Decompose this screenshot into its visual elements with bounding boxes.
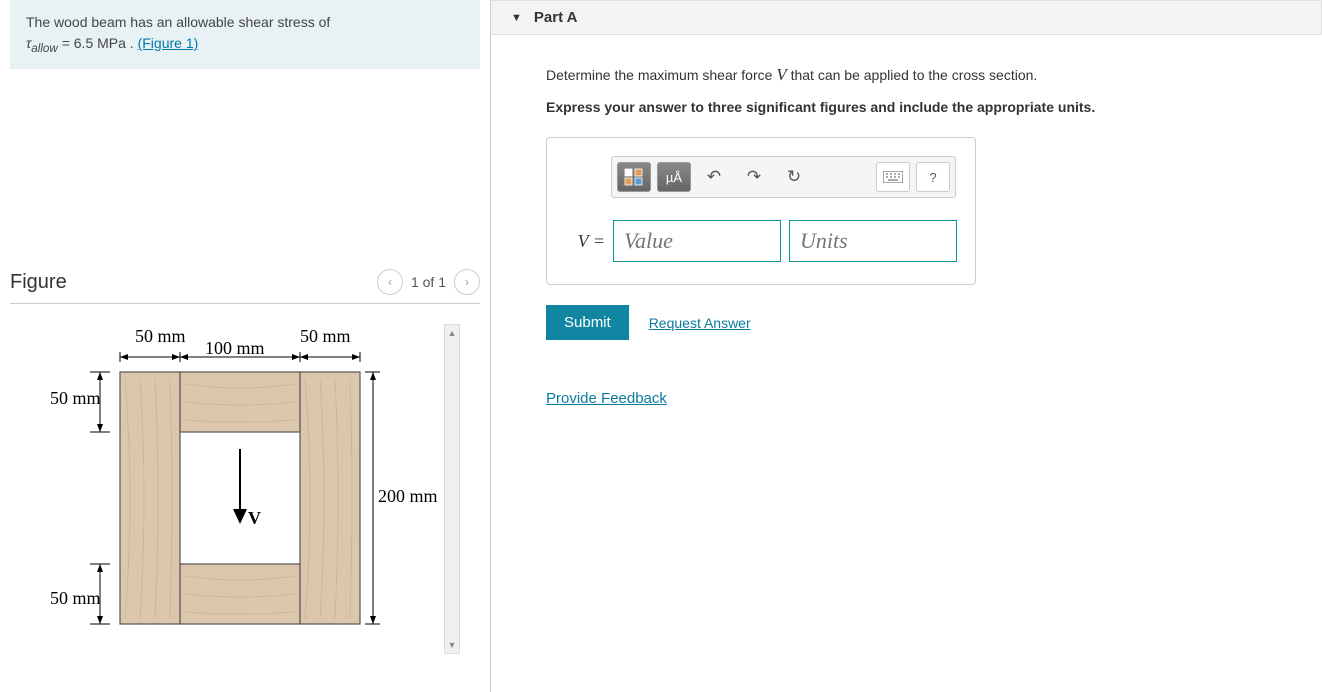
reset-button[interactable]: ↻ [777,162,811,192]
answer-variable-label: V = [561,231,605,252]
submit-button[interactable]: Submit [546,305,629,340]
redo-button[interactable]: ↷ [737,162,771,192]
part-title: Part A [534,9,578,26]
units-input[interactable] [789,220,957,262]
dim-top-right: 50 mm [300,326,351,346]
dim-top-mid: 100 mm [205,338,265,358]
figure-link[interactable]: (Figure 1) [138,35,199,51]
collapse-caret-icon[interactable]: ▼ [511,12,522,24]
instruction-text: Express your answer to three significant… [546,99,1251,115]
answer-box: µÅ ↶ ↷ ↻ [546,137,976,285]
figure-title: Figure [10,271,67,294]
undo-button[interactable]: ↶ [697,162,731,192]
units-button[interactable]: µÅ [657,162,691,192]
dim-right: 200 mm [378,486,438,506]
answer-toolbar: µÅ ↶ ↷ ↻ [611,156,956,198]
request-answer-link[interactable]: Request Answer [649,315,751,331]
dim-top-left: 50 mm [135,326,186,346]
dim-left-bot: 50 mm [50,588,101,608]
figure-scrollbar[interactable]: ▲ ▼ [444,324,460,654]
figure-prev-button[interactable]: ‹ [377,269,403,295]
keyboard-icon [883,171,903,183]
tau-value: = 6.5 MPa . [58,35,138,51]
figure-diagram: 50 mm 50 mm 100 mm [30,324,460,654]
dim-left-top: 50 mm [50,388,101,408]
help-button[interactable]: ? [916,162,950,192]
problem-text: The wood beam has an allowable shear str… [26,14,330,30]
force-label: V [248,508,261,528]
prompt-text: Determine the maximum shear force V that… [546,65,1251,85]
templates-button[interactable] [617,162,651,192]
figure-counter: 1 of 1 [411,274,446,290]
provide-feedback-link[interactable]: Provide Feedback [546,390,1251,407]
scroll-down-icon[interactable]: ▼ [445,637,459,653]
keyboard-button[interactable] [876,162,910,192]
templates-icon [624,168,644,186]
figure-nav: ‹ 1 of 1 › [377,269,480,295]
scroll-up-icon[interactable]: ▲ [445,325,459,341]
problem-statement: The wood beam has an allowable shear str… [10,0,480,69]
value-input[interactable] [613,220,781,262]
part-header[interactable]: ▼ Part A [491,0,1322,35]
figure-next-button[interactable]: › [454,269,480,295]
tau-symbol: τallow [26,35,58,51]
